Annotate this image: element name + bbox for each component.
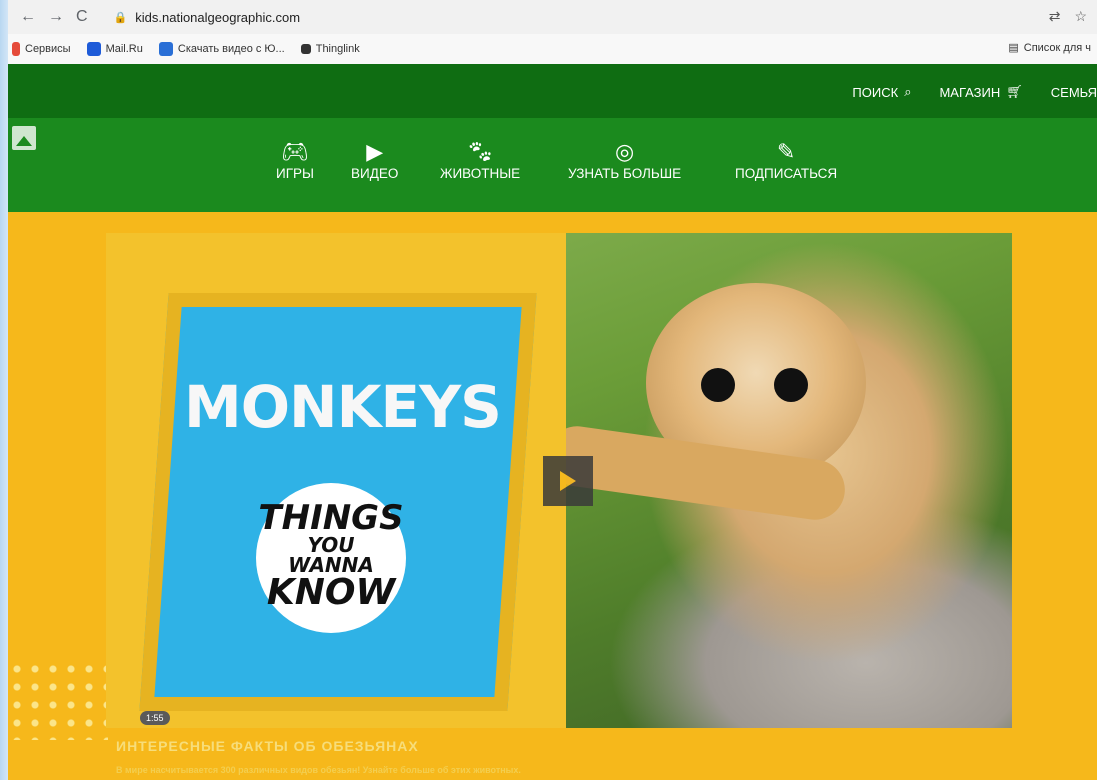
monkey-eye <box>774 368 808 402</box>
video-description: В мире насчитывается 300 различных видов… <box>116 765 521 775</box>
family-link[interactable]: СЕМЬЯ <box>1051 84 1097 100</box>
nav-label: ВИДЕО <box>351 166 399 181</box>
hero-video[interactable]: MONKEYS THINGS YOU WANNA KNOW 1:55 <box>106 233 1012 728</box>
nav-subscribe[interactable]: ✎ ПОДПИСАТЬСЯ <box>735 138 837 181</box>
hero-title: MONKEYS <box>184 373 502 441</box>
shop-link[interactable]: МАГАЗИН 🛒︎ <box>939 84 1022 100</box>
mailru-icon <box>86 42 101 56</box>
bookmark-download-video[interactable]: Скачать видео с Ю... <box>158 42 285 56</box>
bookmark-thinglink[interactable]: Thinglink <box>300 43 360 55</box>
nav-label: ПОДПИСАТЬСЯ <box>735 166 838 181</box>
video-duration: 1:55 <box>140 711 170 725</box>
main-nav: 🎮︎ ИГРЫ ▶ ВИДЕО 🐾︎ ЖИВОТНЫЕ ◎ УЗНАТЬ БОЛ… <box>8 118 1097 212</box>
video-title[interactable]: ИНТЕРЕСНЫЕ ФАКТЫ ОБ ОБЕЗЬЯНАХ <box>116 738 419 754</box>
search-link[interactable]: ПОИСК ⌕ <box>852 84 911 100</box>
url-field[interactable]: kids.nationalgeographic.com <box>135 10 300 25</box>
bookmark-label: Thinglink <box>315 43 360 55</box>
browser-screen: ← → C 🔒 kids.nationalgeographic.com ⇄ ☆ … <box>8 0 1097 780</box>
bookmark-label: Mail.Ru <box>105 43 143 55</box>
play-circle-icon: ▶ <box>366 139 384 164</box>
edit-icon: ✎ <box>776 139 796 164</box>
thinglink-icon <box>300 44 311 54</box>
nav-label: ЖИВОТНЫЕ <box>440 166 521 181</box>
back-icon[interactable]: ← <box>20 8 36 26</box>
reload-icon[interactable]: C <box>76 8 88 26</box>
shop-label: МАГАЗИН <box>939 84 1001 100</box>
nav-animals[interactable]: 🐾︎ ЖИВОТНЫЕ <box>440 138 520 181</box>
address-bar: ← → C 🔒 kids.nationalgeographic.com ⇄ ☆ <box>8 0 1097 34</box>
bookmark-mailru[interactable]: Mail.Ru <box>86 42 143 56</box>
nav-label: ИГРЫ <box>276 166 314 181</box>
translate-icon[interactable]: ⇄ <box>1049 8 1061 25</box>
lock-icon: 🔒 <box>113 11 128 24</box>
bookmarks-bar: Сервисы Mail.Ru Скачать видео с Ю... Thi… <box>8 34 1097 65</box>
bookmark-label: Скачать видео с Ю... <box>177 43 285 55</box>
target-icon: ◎ <box>614 139 635 164</box>
badge-line: YOU <box>307 533 355 557</box>
reading-list-button[interactable]: ▤ Список для ч <box>1008 41 1091 55</box>
apps-icon <box>12 42 20 56</box>
reading-list-label: Список для ч <box>1023 41 1091 54</box>
cart-icon: 🛒︎ <box>1006 84 1023 99</box>
bookmark-star-icon[interactable]: ☆ <box>1074 8 1087 25</box>
top-links: ПОИСК ⌕ МАГАЗИН 🛒︎ СЕМЬЯ <box>852 84 1097 100</box>
bookmark-services[interactable]: Сервисы <box>12 42 71 56</box>
paw-icon: 🐾︎ <box>466 139 495 164</box>
decorative-dots <box>8 660 108 740</box>
address-actions: ⇄ ☆ <box>1049 8 1087 25</box>
family-label: СЕМЬЯ <box>1050 84 1097 100</box>
badge-line: KNOW <box>266 572 396 613</box>
gamepad-icon: 🎮︎ <box>281 139 309 164</box>
title-frame <box>106 233 566 728</box>
site-top-bar: ПОИСК ⌕ МАГАЗИН 🛒︎ СЕМЬЯ <box>8 64 1097 118</box>
things-badge: THINGS YOU WANNA KNOW <box>256 483 406 633</box>
monkey-eye <box>701 368 735 402</box>
badge-line: THINGS <box>258 498 404 538</box>
nav-learn-more[interactable]: ◎ УЗНАТЬ БОЛЬШЕ <box>568 138 681 181</box>
play-button[interactable] <box>543 456 593 506</box>
nav-video[interactable]: ▶ ВИДЕО <box>351 138 398 181</box>
search-icon: ⌕ <box>904 84 912 99</box>
forward-icon[interactable]: → <box>48 8 64 26</box>
site-logo-icon[interactable] <box>12 126 36 150</box>
nav-games[interactable]: 🎮︎ ИГРЫ <box>276 138 314 181</box>
bookmark-label: Сервисы <box>25 43 71 55</box>
nav-label: УЗНАТЬ БОЛЬШЕ <box>568 166 682 181</box>
reading-list-icon: ▤ <box>1008 42 1019 54</box>
search-label: ПОИСК <box>852 84 899 100</box>
download-icon <box>158 42 173 56</box>
